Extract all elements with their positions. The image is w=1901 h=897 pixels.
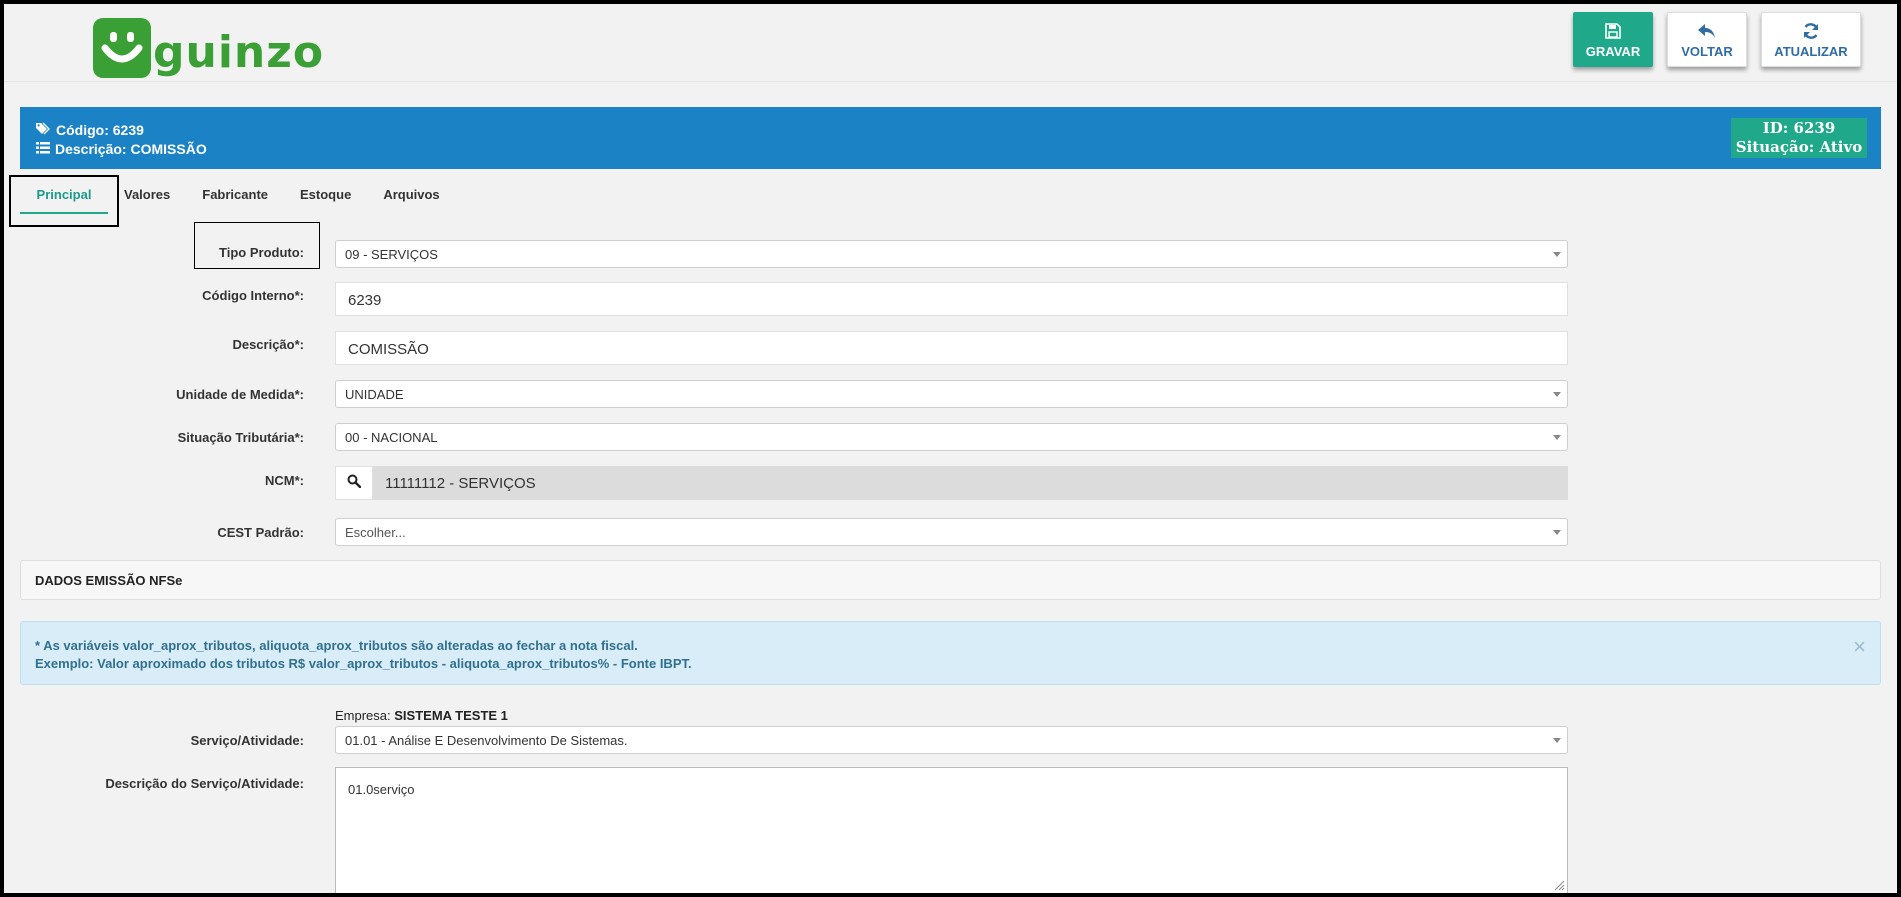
product-info-bar: Código: 6239 Descrição: COMISSÃO ID: 623…: [20, 107, 1881, 169]
logo-smile-icon: [93, 18, 151, 78]
cest-padrao-label: CEST Padrão:: [217, 525, 304, 540]
tab-principal[interactable]: Principal: [20, 174, 108, 218]
alert-line-1: * As variáveis valor_aprox_tributos, ali…: [35, 638, 638, 653]
description-line: Descrição: COMISSÃO: [36, 140, 207, 159]
logo: guinzo: [93, 12, 324, 78]
save-button[interactable]: GRAVAR: [1573, 12, 1653, 67]
product-code: Código: 6239: [56, 122, 144, 138]
tab-bar: Principal Valores Fabricante Estoque Arq…: [20, 174, 456, 218]
servico-label: Serviço/Atividade:: [190, 733, 304, 748]
nfse-info-alert: * As variáveis valor_aprox_tributos, ali…: [20, 621, 1881, 685]
ncm-search-button[interactable]: [335, 466, 373, 500]
situacao-tributaria-select[interactable]: 00 - NACIONAL: [335, 423, 1568, 451]
tab-fabricante[interactable]: Fabricante: [186, 174, 284, 218]
header: guinzo GRAVAR VOLTAR ATUALIZAR: [4, 4, 1897, 82]
refresh-icon: [1802, 21, 1820, 41]
cest-padrao-select[interactable]: Escolher...: [335, 518, 1568, 546]
tab-arquivos[interactable]: Arquivos: [367, 174, 455, 218]
descricao-input[interactable]: COMISSÃO: [335, 331, 1568, 365]
unidade-medida-select[interactable]: UNIDADE: [335, 380, 1568, 408]
reply-icon: [1697, 21, 1717, 41]
save-icon: [1605, 21, 1621, 41]
nfse-panel-header: DADOS EMISSÃO NFSe: [20, 560, 1881, 600]
situacao-tributaria-label: Situação Tributária*:: [177, 430, 304, 445]
refresh-label: ATUALIZAR: [1774, 43, 1848, 59]
descricao-servico-value: 01.0serviço: [348, 782, 415, 797]
back-button[interactable]: VOLTAR: [1667, 12, 1747, 67]
unidade-medida-label: Unidade de Medida*:: [176, 387, 304, 402]
descricao-servico-label: Descrição do Serviço/Atividade:: [105, 776, 304, 791]
code-line: Código: 6239: [36, 121, 207, 140]
close-icon[interactable]: ×: [1853, 636, 1866, 658]
refresh-button[interactable]: ATUALIZAR: [1761, 12, 1861, 67]
id-text: ID: 6239: [1762, 119, 1836, 137]
search-icon: [347, 474, 362, 493]
back-label: VOLTAR: [1681, 43, 1733, 59]
app-window: guinzo GRAVAR VOLTAR ATUALIZAR Código: 6…: [4, 4, 1897, 893]
codigo-interno-label: Código Interno*:: [202, 288, 304, 303]
tipo-produto-select[interactable]: 09 - SERVIÇOS: [335, 240, 1568, 268]
ncm-label: NCM*:: [265, 473, 304, 488]
tipo-produto-label: Tipo Produto:: [219, 245, 304, 260]
servico-select[interactable]: 01.01 - Análise E Desenvolvimento De Sis…: [335, 726, 1568, 754]
id-status-badge: ID: 6239 Situação: Ativo: [1731, 118, 1867, 158]
ncm-value: 11111112 - SERVIÇOS: [373, 466, 1568, 500]
alert-line-2: Exemplo: Valor aproximado dos tributos R…: [35, 656, 692, 671]
empresa-line: Empresa: SISTEMA TESTE 1: [335, 708, 508, 723]
resize-grip-icon[interactable]: [1553, 879, 1565, 893]
codigo-interno-input[interactable]: 6239: [335, 282, 1568, 316]
tags-icon: [36, 121, 51, 140]
descricao-label: Descrição*:: [232, 337, 304, 352]
save-label: GRAVAR: [1585, 43, 1641, 59]
tab-valores[interactable]: Valores: [108, 174, 186, 218]
list-icon: [36, 140, 50, 159]
status-text: Situação: Ativo: [1735, 138, 1863, 156]
logo-text: guinzo: [153, 27, 325, 78]
product-description: Descrição: COMISSÃO: [55, 141, 207, 157]
empresa-prefix: Empresa:: [335, 708, 391, 723]
descricao-servico-textarea[interactable]: 01.0serviço: [335, 767, 1568, 893]
empresa-name: SISTEMA TESTE 1: [394, 708, 508, 723]
tab-estoque[interactable]: Estoque: [284, 174, 367, 218]
toolbar: GRAVAR VOLTAR ATUALIZAR: [1573, 12, 1861, 67]
